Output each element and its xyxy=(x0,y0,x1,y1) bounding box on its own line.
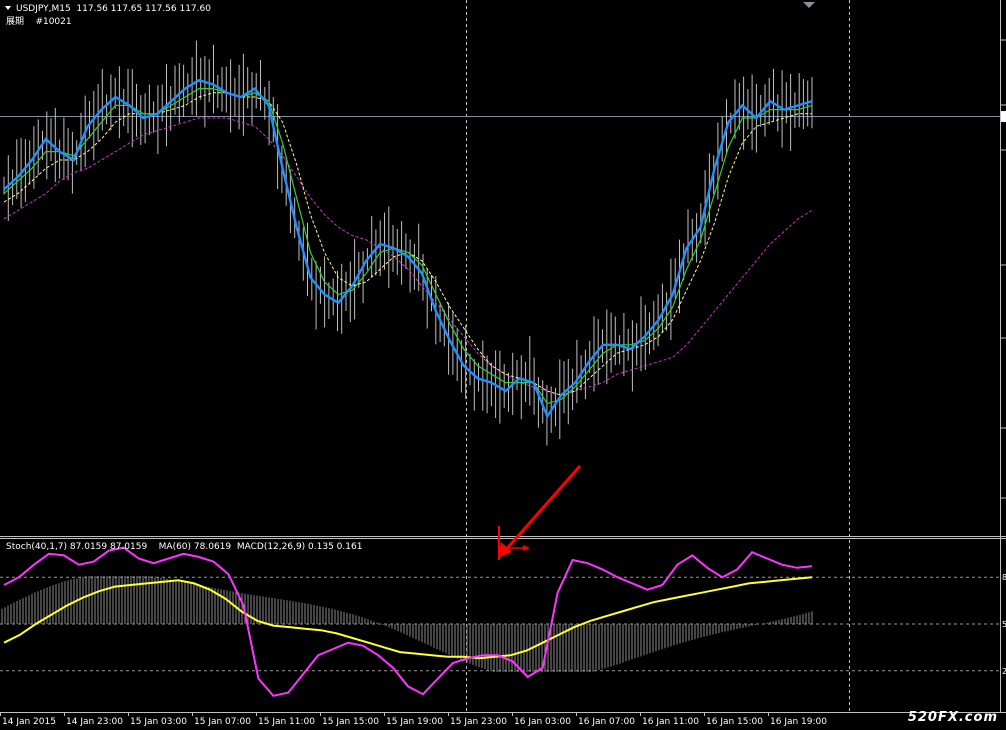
time-tick-label: 15 Jan 23:00 xyxy=(450,717,507,726)
indicator-panel: 80 50 20 xyxy=(0,546,1006,697)
chart-window[interactable]: 80 50 20 14 Jan 2015 14 Jan 23:00 15 Jan 03:… xyxy=(0,0,1006,727)
annotation-arrow-line xyxy=(501,465,582,554)
time-axis: 14 Jan 2015 14 Jan 23:00 15 Jan 03:00 15 Ja… xyxy=(0,712,827,727)
time-tick-label: 16 Jan 07:00 xyxy=(578,717,635,726)
annotation-arrowhead-icon xyxy=(523,545,530,551)
indicator-header: Stoch(40,1,7) 87.0159 87.0159 MA(60) 78.… xyxy=(6,542,363,552)
time-tick-label: 16 Jan 19:00 xyxy=(770,717,827,726)
indicator-level-label: 50 xyxy=(1002,620,1006,629)
indicator-level-label: 20 xyxy=(1002,667,1006,676)
time-tick-label: 14 Jan 2015 xyxy=(2,717,56,726)
indicator-level-label: 80 xyxy=(1002,573,1006,582)
time-tick-label: 14 Jan 23:00 xyxy=(66,717,123,726)
fast-ma-line xyxy=(3,78,813,419)
symbol-header: USDJPY,M15 117.56 117.65 117.56 117.60 xyxy=(16,4,211,14)
time-tick-label: 16 Jan 11:00 xyxy=(642,717,699,726)
watermark: 520FX.com xyxy=(907,710,998,725)
grid-layer xyxy=(0,0,1006,713)
time-tick-label: 15 Jan 15:00 xyxy=(322,717,379,726)
time-tick-label: 15 Jan 11:00 xyxy=(258,717,315,726)
time-tick-label: 16 Jan 03:00 xyxy=(514,717,571,726)
time-tick-label: 15 Jan 07:00 xyxy=(194,717,251,726)
account-label: 展期 #10021 xyxy=(6,17,72,27)
green-ma-line xyxy=(3,88,813,405)
scroll-marker-icon xyxy=(803,2,815,8)
chevron-down-icon xyxy=(5,6,11,10)
price-marker xyxy=(1001,111,1006,122)
price-chart[interactable]: 80 50 20 14 Jan 2015 14 Jan 23:00 15 Jan 03:… xyxy=(0,0,1006,727)
time-tick-label: 15 Jan 03:00 xyxy=(130,717,187,726)
time-tick-label: 16 Jan 15:00 xyxy=(706,717,763,726)
moving-averages xyxy=(3,78,813,419)
time-tick-label: 15 Jan 19:00 xyxy=(386,717,443,726)
annotation-arrows xyxy=(498,465,582,560)
